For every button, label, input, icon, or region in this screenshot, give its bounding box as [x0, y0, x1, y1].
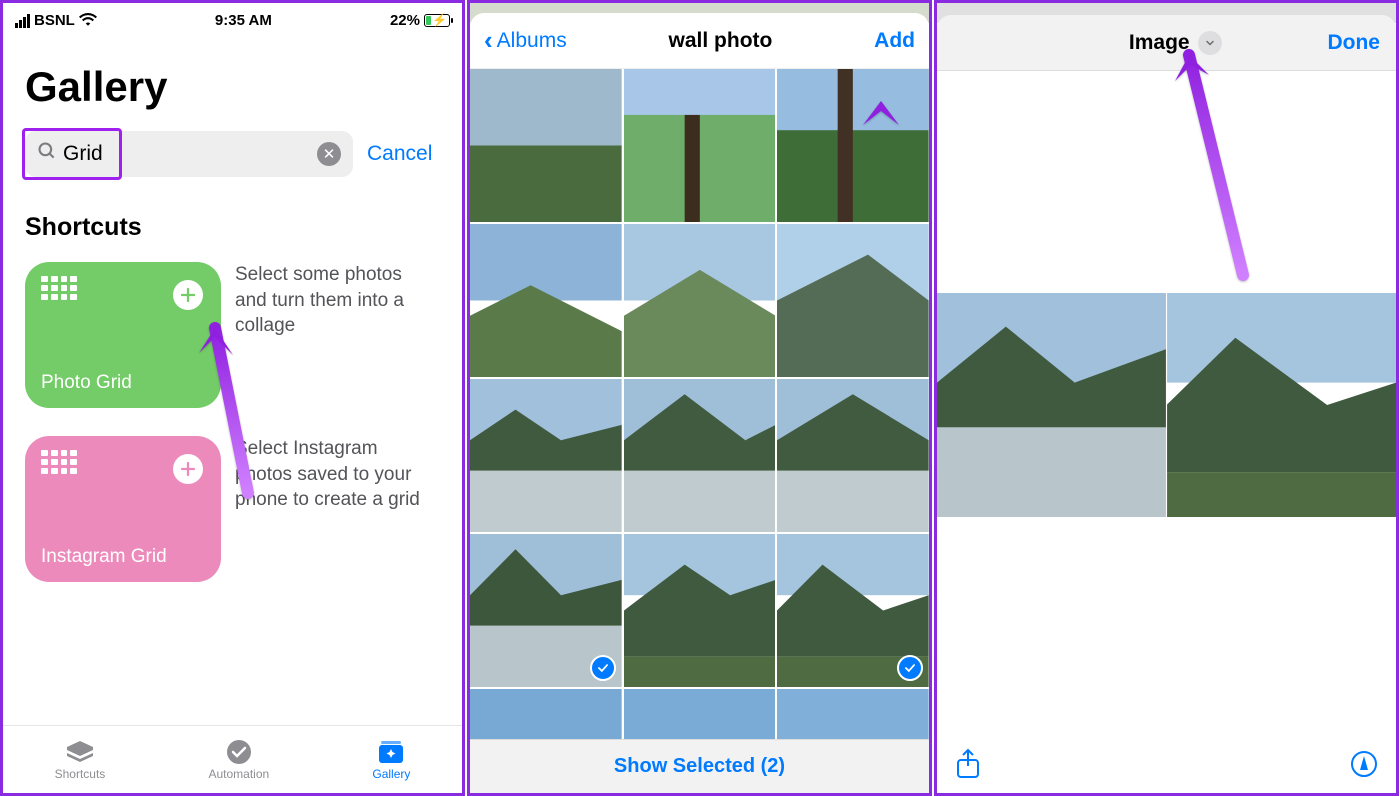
search-icon: [37, 141, 57, 167]
result-nav: Image Done: [937, 15, 1396, 71]
layers-icon: [65, 739, 95, 765]
clear-search-icon[interactable]: ✕: [317, 142, 341, 166]
photo-thumbnail[interactable]: [777, 534, 929, 687]
signal-icon: [15, 14, 30, 28]
card-title: Instagram Grid: [41, 546, 205, 568]
cancel-button[interactable]: Cancel: [367, 142, 432, 166]
add-shortcut-button[interactable]: [173, 454, 203, 484]
tab-bar: Shortcuts Automation Gallery: [3, 725, 462, 793]
status-bar: BSNL 9:35 AM 22% ⚡: [3, 3, 462, 33]
photo-thumbnail[interactable]: [624, 69, 776, 222]
photo-thumbnail[interactable]: [777, 379, 929, 532]
card-description: Select Instagram photos saved to your ph…: [235, 436, 435, 513]
tab-label: Gallery: [372, 767, 410, 781]
tab-automation[interactable]: Automation: [208, 739, 269, 781]
sparkle-card-icon: [376, 739, 406, 765]
add-button[interactable]: Add: [874, 29, 915, 53]
page-title: Gallery: [25, 63, 440, 111]
carrier-label: BSNL: [34, 12, 75, 29]
screen-gallery: BSNL 9:35 AM 22% ⚡ Gallery Grid ✕: [0, 0, 465, 796]
photo-thumbnail[interactable]: [470, 224, 622, 377]
result-title: Image: [1129, 31, 1190, 55]
photo-thumbnail[interactable]: [470, 534, 622, 687]
share-icon[interactable]: [955, 748, 981, 785]
add-shortcut-button[interactable]: [173, 280, 203, 310]
shortcut-card-instagram-grid[interactable]: Instagram Grid: [25, 436, 221, 582]
battery-icon: ⚡: [424, 14, 450, 27]
wifi-icon: [79, 12, 97, 30]
card-description: Select some photos and turn them into a …: [235, 262, 435, 339]
photo-thumbnail[interactable]: [470, 689, 622, 739]
chevron-left-icon: ‹: [484, 25, 493, 56]
photo-thumbnail[interactable]: [624, 534, 776, 687]
tab-label: Shortcuts: [55, 767, 106, 781]
back-label: Albums: [497, 29, 567, 53]
clock-check-icon: [224, 739, 254, 765]
photo-thumbnail[interactable]: [777, 69, 929, 222]
done-button[interactable]: Done: [1327, 31, 1380, 55]
photo-thumbnail[interactable]: [777, 689, 929, 739]
search-input[interactable]: Grid ✕: [25, 131, 353, 177]
photo-thumbnail[interactable]: [624, 689, 776, 739]
grid-icon: [41, 276, 77, 300]
selected-check-icon: [897, 655, 923, 681]
markup-icon[interactable]: [1350, 750, 1378, 783]
picker-title: wall photo: [669, 29, 773, 53]
tab-shortcuts[interactable]: Shortcuts: [55, 739, 106, 781]
result-image: [937, 293, 1396, 517]
photo-grid: [470, 69, 929, 739]
search-value: Grid: [63, 142, 317, 166]
tab-gallery[interactable]: Gallery: [372, 739, 410, 781]
picker-nav: ‹ Albums wall photo Add: [470, 13, 929, 69]
photo-thumbnail[interactable]: [470, 69, 622, 222]
result-body: [937, 71, 1396, 739]
shortcut-card-photo-grid[interactable]: Photo Grid: [25, 262, 221, 408]
grid-icon: [41, 450, 77, 474]
section-heading: Shortcuts: [25, 213, 440, 242]
chevron-down-icon[interactable]: [1198, 31, 1222, 55]
battery-pct: 22%: [390, 12, 420, 29]
selected-check-icon: [590, 655, 616, 681]
status-time: 9:35 AM: [215, 12, 272, 29]
screen-photo-picker: ‹ Albums wall photo Add: [467, 0, 932, 796]
back-button[interactable]: ‹ Albums: [484, 25, 567, 56]
tab-label: Automation: [208, 767, 269, 781]
photo-thumbnail[interactable]: [624, 224, 776, 377]
result-footer: [937, 739, 1396, 793]
photo-thumbnail[interactable]: [624, 379, 776, 532]
photo-thumbnail[interactable]: [470, 379, 622, 532]
card-title: Photo Grid: [41, 372, 205, 394]
screen-result: Image Done: [934, 0, 1399, 796]
show-selected-button[interactable]: Show Selected (2): [614, 755, 785, 778]
photo-thumbnail[interactable]: [777, 224, 929, 377]
picker-footer[interactable]: Show Selected (2): [470, 739, 929, 793]
